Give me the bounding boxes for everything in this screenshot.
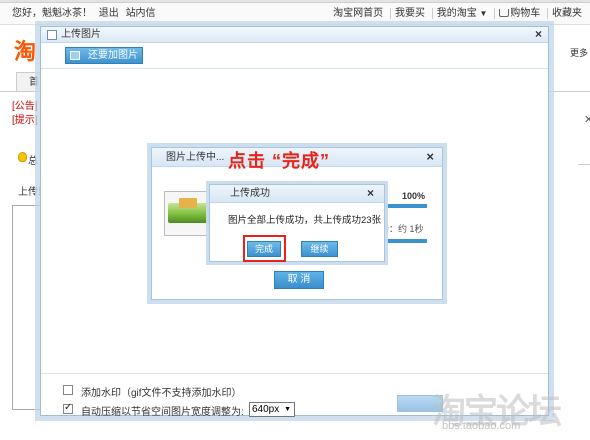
watermark-checkbox[interactable] bbox=[63, 385, 73, 395]
watermark-label: 添加水印（gif文件不支持添加水印） bbox=[81, 388, 242, 399]
progress-bar-total bbox=[384, 239, 427, 243]
progress-dialog-close-button[interactable]: × bbox=[426, 148, 434, 166]
success-dialog-close-button[interactable]: × bbox=[367, 185, 374, 202]
messages-link[interactable]: 站内信 bbox=[126, 8, 156, 19]
background-divider bbox=[578, 164, 590, 165]
taobao-logo[interactable]: 淘 bbox=[14, 34, 36, 66]
site-topbar: 您好，魁魁冰茶！ 退出 站内信 淘宝网首页 我要买 我的淘宝 ▼ 购物车 收藏夹 bbox=[0, 3, 590, 25]
total-label: 总 bbox=[28, 156, 38, 167]
my-taobao-label: 我的淘宝 bbox=[436, 8, 477, 19]
lightbulb-icon bbox=[18, 152, 27, 162]
success-message: 图片全部上传成功，共上传成功23张 bbox=[228, 215, 382, 226]
topbar-left: 您好，魁魁冰茶！ 退出 站内信 bbox=[12, 3, 160, 24]
logout-link[interactable]: 退出 bbox=[99, 8, 119, 19]
favorites-link[interactable]: 收藏夹 bbox=[547, 8, 586, 19]
window-icon bbox=[47, 30, 57, 40]
remaining-time: 余：约 1秒 bbox=[380, 224, 424, 234]
chevron-down-icon: ▼ bbox=[479, 9, 488, 18]
tip-label: [提示] bbox=[12, 115, 38, 126]
image-width-value: 640px bbox=[252, 404, 280, 415]
image-width-select[interactable]: 640px ▼ bbox=[249, 402, 295, 417]
compress-checkbox[interactable] bbox=[63, 402, 73, 414]
width-label: 图片宽度调整为: bbox=[171, 407, 244, 418]
thumbnail-detail bbox=[179, 198, 197, 208]
add-more-images-label: 还要加图片 bbox=[88, 50, 138, 61]
notice-label: [公告] bbox=[12, 101, 38, 112]
my-taobao-link[interactable]: 我的淘宝 ▼ bbox=[431, 8, 492, 19]
cart-label: 购物车 bbox=[510, 8, 541, 19]
upload-dialog-close-button[interactable]: × bbox=[535, 27, 542, 42]
upload-success-dialog: 上传成功 × 图片全部上传成功，共上传成功23张 完成 继续 bbox=[209, 184, 385, 262]
progress-percent: 100% bbox=[402, 191, 426, 201]
cancel-upload-button[interactable]: 取 消 bbox=[274, 271, 324, 289]
instruction-annotation: 点击 “完成” bbox=[228, 151, 331, 171]
upload-dialog-titlebar: 上传图片 × bbox=[41, 27, 548, 43]
done-button[interactable]: 完成 bbox=[247, 241, 281, 257]
image-icon bbox=[70, 51, 80, 60]
upload-dialog-title: 上传图片 bbox=[61, 29, 101, 40]
topbar-right: 淘宝网首页 我要买 我的淘宝 ▼ 购物车 收藏夹 bbox=[329, 3, 586, 24]
cart-link[interactable]: 购物车 bbox=[494, 8, 545, 19]
success-dialog-title: 上传成功 bbox=[230, 188, 270, 199]
footer-divider bbox=[41, 373, 548, 374]
forum-watermark-url: bbs.taobao.com bbox=[442, 420, 521, 432]
progress-dialog-title: 图片上传中... bbox=[166, 152, 225, 163]
i-want-to-buy-link[interactable]: 我要买 bbox=[389, 8, 429, 19]
cart-icon bbox=[499, 9, 510, 17]
compress-label: 自动压缩以节省空间 bbox=[81, 407, 171, 418]
continue-button[interactable]: 继续 bbox=[301, 241, 338, 257]
success-dialog-titlebar: 上传成功 × bbox=[210, 185, 384, 203]
more-link[interactable]: 更多 bbox=[570, 46, 588, 59]
greeting-text: 您好，魁魁冰茶！ bbox=[12, 8, 92, 19]
chevron-down-icon: ▼ bbox=[284, 406, 291, 413]
taobao-home-link[interactable]: 淘宝网首页 bbox=[329, 8, 387, 19]
toolbar-divider bbox=[41, 68, 548, 69]
background-close-icon[interactable]: ✕ bbox=[584, 113, 590, 126]
progress-bar bbox=[384, 204, 427, 208]
add-more-images-button[interactable]: 还要加图片 bbox=[65, 47, 143, 64]
